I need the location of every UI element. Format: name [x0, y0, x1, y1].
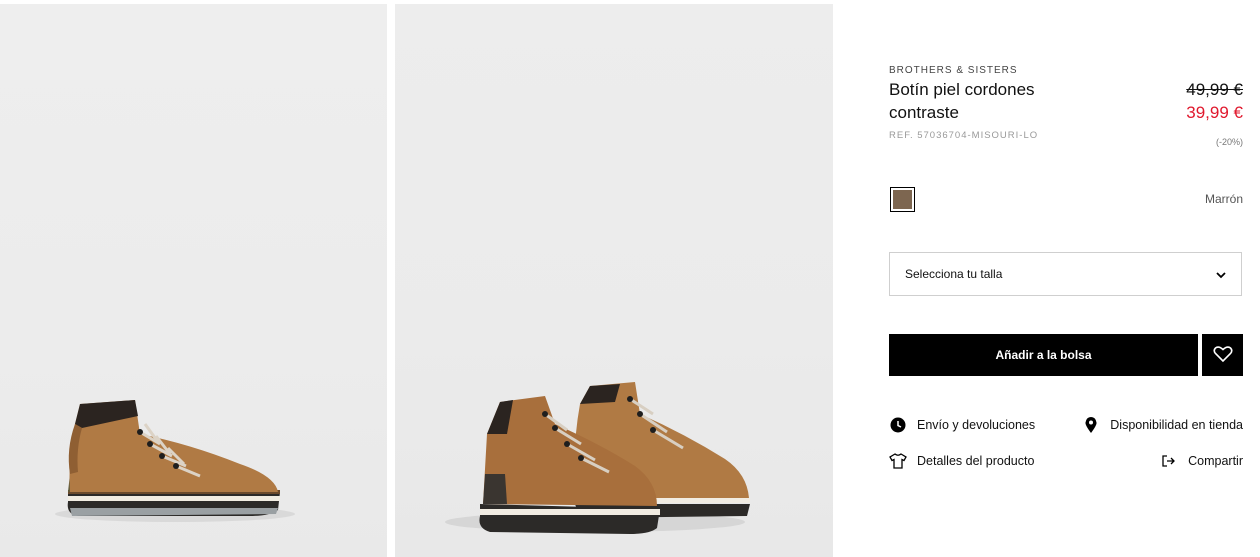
share-label: Compartir — [1188, 454, 1243, 468]
product-reference: REF. 57036704-MISOURI-LO — [889, 130, 1039, 141]
product-title: Botín piel cordones contraste — [889, 80, 1035, 122]
share-link[interactable]: Compartir — [1160, 452, 1243, 470]
product-brand: BROTHERS & SISTERS — [889, 65, 1018, 76]
tshirt-icon — [889, 452, 907, 470]
product-image-2[interactable] — [395, 4, 833, 557]
sale-price: 39,99 € — [1186, 103, 1243, 122]
heart-icon — [1212, 345, 1233, 366]
add-to-bag-button[interactable]: Añadir a la bolsa — [889, 334, 1198, 376]
color-name: Marrón — [1204, 192, 1243, 206]
size-select[interactable]: Selecciona tu talla — [889, 252, 1242, 296]
store-availability-link[interactable]: Disponibilidad en tienda — [1082, 416, 1243, 434]
product-details-label: Detalles del producto — [917, 454, 1035, 468]
discount-badge: (-20%) — [1215, 137, 1243, 147]
location-pin-icon — [1082, 416, 1100, 434]
product-info-panel: BROTHERS & SISTERS Botín piel cordones c… — [889, 0, 1243, 557]
shipping-returns-label: Envío y devoluciones — [917, 418, 1036, 432]
store-availability-label: Disponibilidad en tienda — [1110, 418, 1243, 432]
product-image-1[interactable] — [0, 4, 387, 557]
shipping-returns-link[interactable]: Envío y devoluciones — [889, 416, 1035, 434]
product-page: BROTHERS & SISTERS Botín piel cordones c… — [0, 0, 1260, 557]
boot-single-illustration — [55, 400, 295, 522]
wishlist-button[interactable] — [1202, 334, 1243, 376]
chevron-down-icon — [1215, 268, 1227, 280]
boot-pair-illustration — [445, 382, 750, 534]
color-swatch[interactable] — [890, 187, 915, 212]
share-icon — [1160, 452, 1178, 470]
product-details-link[interactable]: Detalles del producto — [889, 452, 1034, 470]
old-price: 49,99 € — [1186, 80, 1243, 99]
color-swatch-fill — [893, 190, 912, 209]
clock-icon — [889, 416, 907, 434]
size-select-label: Selecciona tu talla — [905, 267, 1003, 281]
